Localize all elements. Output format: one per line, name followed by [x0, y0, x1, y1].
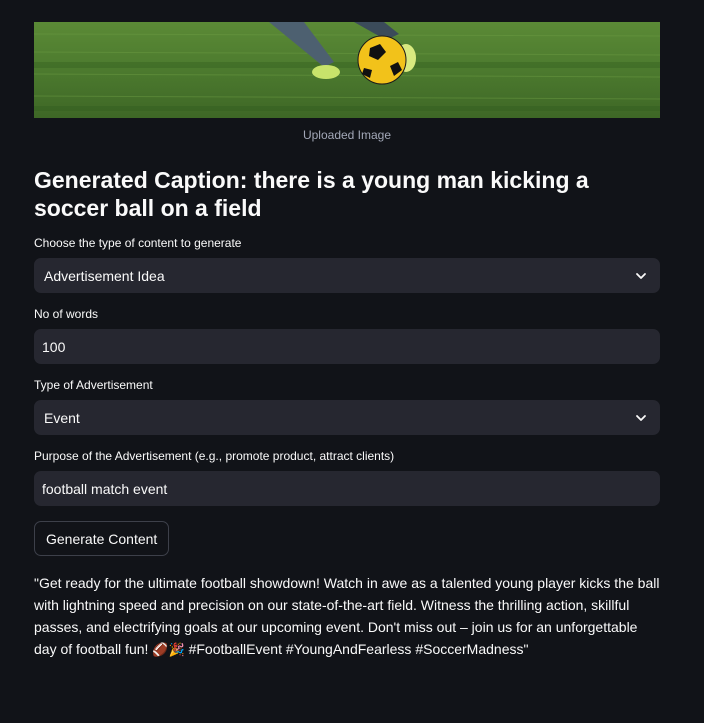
- content-type-field: Choose the type of content to generate A…: [34, 236, 660, 293]
- emoji-football-party: 🏈🎉: [152, 642, 185, 657]
- soccer-field-image: [34, 22, 660, 118]
- purpose-label: Purpose of the Advertisement (e.g., prom…: [34, 449, 395, 463]
- main-content: Uploaded Image Generated Caption: there …: [34, 22, 660, 661]
- content-type-label: Choose the type of content to generate: [34, 236, 242, 250]
- words-field: No of words 100: [34, 307, 660, 364]
- uploaded-image: [34, 22, 660, 118]
- chevron-down-icon: [636, 272, 646, 279]
- output-hashtags: #FootballEvent #YoungAndFearless #Soccer…: [184, 641, 529, 657]
- purpose-value: football match event: [42, 480, 168, 497]
- purpose-field: Purpose of the Advertisement (e.g., prom…: [34, 449, 660, 506]
- ad-type-label: Type of Advertisement: [34, 378, 153, 392]
- image-caption: Uploaded Image: [302, 128, 392, 142]
- generated-output: "Get ready for the ultimate football sho…: [34, 572, 660, 661]
- generate-content-button[interactable]: Generate Content: [34, 521, 170, 556]
- ad-type-field: Type of Advertisement Event: [34, 378, 660, 435]
- words-label: No of words: [34, 307, 99, 321]
- content-type-value: Advertisement Idea: [44, 267, 165, 284]
- purpose-input[interactable]: football match event: [34, 471, 660, 506]
- generated-caption-heading: Generated Caption: there is a young man …: [34, 167, 589, 221]
- words-input[interactable]: 100: [34, 329, 660, 364]
- words-value: 100: [42, 338, 66, 355]
- ad-type-select[interactable]: Event: [34, 400, 660, 435]
- content-type-select[interactable]: Advertisement Idea: [34, 258, 660, 293]
- chevron-down-icon: [636, 414, 646, 421]
- ad-type-value: Event: [44, 409, 80, 426]
